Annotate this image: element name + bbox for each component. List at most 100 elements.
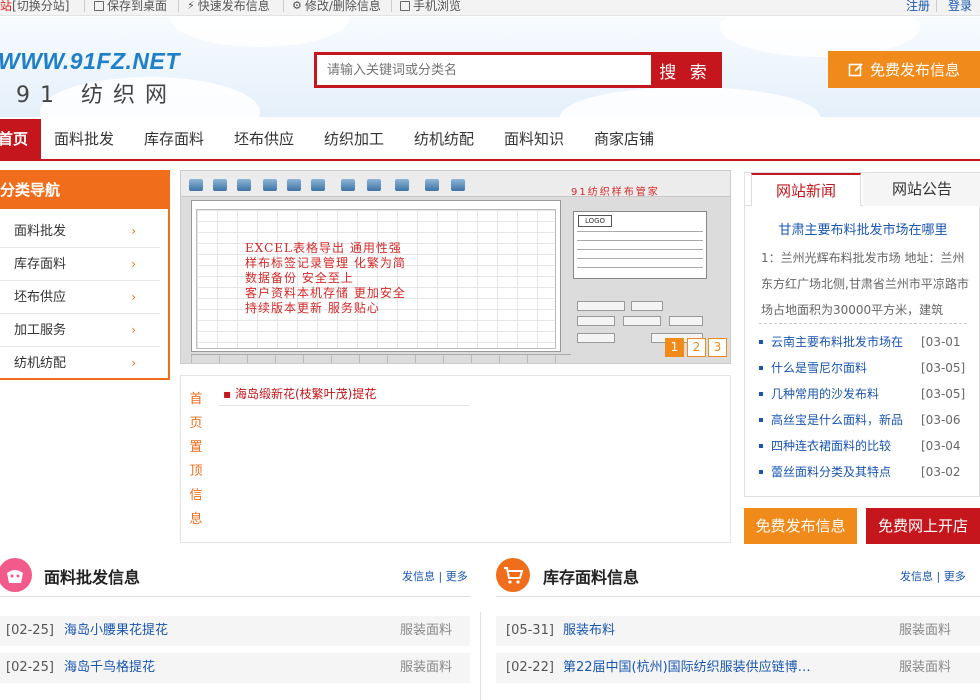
row-date: [02-25] [6, 660, 54, 675]
free-publish-button[interactable]: 免费发布信息 [744, 508, 857, 544]
news-item[interactable]: 几种常用的沙发布料 [03-05] [759, 381, 974, 407]
list-item[interactable]: [05-31] 服装布料 服装面料 [496, 616, 980, 646]
banner-control [577, 316, 615, 326]
list-item[interactable]: [02-25] 海岛千鸟格提花 服装面料 [0, 653, 470, 683]
save-desktop-link[interactable]: 保存到桌面 [94, 0, 167, 14]
news-item[interactable]: 云南主要布料批发市场在 [03-01 [759, 329, 974, 355]
bag-icon [7, 570, 23, 583]
more-link[interactable]: 更多 [944, 570, 966, 583]
sidebar-item-processing[interactable]: 加工服务 › [0, 314, 160, 347]
sidebar-item-stock-fabric[interactable]: 库存面料 › [0, 248, 160, 281]
list-item[interactable]: [02-25] 海岛小腰果花提花 服装面料 [0, 616, 470, 646]
promo-banner[interactable]: 91纺织样布管家 EXCEL表格导出 通用性强 样布标签记录管理 化繁为简 数据… [180, 170, 731, 364]
toolbar-icon [213, 179, 227, 191]
row-date: [02-25] [6, 623, 54, 638]
pinned-item[interactable]: 海岛缎新花(枝繁叶茂)提花 [219, 382, 469, 406]
banner-control [631, 301, 663, 311]
stock-fabric-icon [496, 558, 530, 592]
news-tabs: 网站公告 网站新闻 [745, 173, 980, 207]
chevron-right-icon: › [131, 323, 136, 337]
nav-item-fabric-wholesale[interactable]: 面料批发 [54, 119, 114, 159]
nav-item-greige-supply[interactable]: 坯布供应 [234, 119, 294, 159]
chevron-right-icon: › [131, 257, 136, 271]
free-shop-button[interactable]: 免费网上开店 [866, 508, 980, 544]
news-item-title[interactable]: 四种连衣裙面料的比较 [771, 433, 911, 459]
login-link[interactable]: 登录 [948, 0, 972, 14]
quick-publish-link[interactable]: ⚡ 快速发布信息 [187, 0, 270, 14]
slide-page-2[interactable]: 2 [687, 338, 706, 357]
publish-button[interactable]: 免费发布信息 [828, 51, 980, 88]
chevron-right-icon: › [131, 290, 136, 304]
site-header: WWW.91FZ.NET 91 纺织网 搜 索 免费发布信息 [0, 17, 980, 117]
row-title[interactable]: 第22届中国(杭州)国际纺织服装供应链博… [563, 653, 835, 683]
news-list: 云南主要布料批发市场在 [03-01 什么是雪尼尔面料 [03-05] 几种常用的沙… [759, 329, 974, 485]
nav-item-stock-fabric[interactable]: 库存面料 [144, 119, 204, 159]
news-item[interactable]: 蕾丝面料分类及其特点 [03-02 [759, 459, 974, 485]
divider [283, 0, 284, 12]
search-button[interactable]: 搜 索 [651, 55, 719, 85]
news-item[interactable]: 高丝宝是什么面料，新品 [03-06 [759, 407, 974, 433]
divider [759, 323, 967, 324]
mobile-link[interactable]: 手机浏览 [400, 0, 461, 14]
row-category: 服装面料 [899, 623, 952, 638]
mobile-label: 手机浏览 [413, 0, 462, 13]
publish-info-link[interactable]: 发信息 [900, 570, 933, 583]
row-title[interactable]: 服装布料 [563, 616, 615, 646]
toolbar-icon [341, 179, 355, 191]
pinned-side-char: 置 [189, 440, 203, 455]
slide-page-1[interactable]: 1 [665, 338, 684, 357]
pinned-side-char: 首 [189, 392, 203, 407]
logo-text-cn[interactable]: 91 纺织网 [16, 77, 177, 109]
monitor-icon [94, 0, 104, 11]
news-item[interactable]: 什么是雪尼尔面料 [03-05] [759, 355, 974, 381]
nav-item-merchant-shops[interactable]: 商家店铺 [594, 119, 654, 159]
news-item-title[interactable]: 蕾丝面料分类及其特点 [771, 459, 911, 485]
row-date: [05-31] [506, 623, 554, 638]
toolbar-icon [367, 179, 381, 191]
nav-item-home[interactable]: 首页 [0, 119, 41, 159]
banner-control [577, 301, 625, 311]
more-link[interactable]: 更多 [446, 570, 468, 583]
pinned-list: 海岛缎新花(枝繁叶茂)提花 [219, 382, 469, 406]
sidebar-item-machinery[interactable]: 纺机纺配 › [0, 347, 160, 380]
news-item-title[interactable]: 什么是雪尼尔面料 [771, 355, 911, 381]
edit-delete-link[interactable]: ⚙ 修改/删除信息 [292, 0, 381, 14]
news-headline[interactable]: 甘肃主要布料批发市场在哪里 [745, 219, 980, 238]
tab-site-news[interactable]: 网站新闻 [751, 173, 861, 207]
news-item-title[interactable]: 几种常用的沙发布料 [771, 381, 911, 407]
slide-page-3[interactable]: 3 [708, 338, 727, 357]
news-item-date: [03-01 [921, 335, 961, 349]
register-link[interactable]: 注册 [906, 0, 930, 14]
logo-text-en[interactable]: WWW.91FZ.NET [0, 48, 180, 75]
card-logo: LOGO [578, 215, 612, 227]
news-item[interactable]: 四种连衣裙面料的比较 [03-04 [759, 433, 974, 459]
nav-item-textile-machinery[interactable]: 纺机纺配 [414, 119, 474, 159]
section-title: 库存面料信息 [543, 568, 640, 587]
publish-info-link[interactable]: 发信息 [402, 570, 435, 583]
tab-site-notice[interactable]: 网站公告 [863, 173, 980, 206]
news-summary: 1：兰州光辉布料批发市场 地址：兰州东方红广场北侧,甘肃省兰州市平凉路市场占地面… [761, 251, 969, 317]
bullet-icon [759, 340, 763, 344]
sidebar-item-fabric-wholesale[interactable]: 面料批发 › [0, 215, 160, 248]
sidebar-item-label: 加工服务 [14, 323, 67, 338]
row-title[interactable]: 海岛小腰果花提花 [64, 616, 168, 646]
news-item-title[interactable]: 云南主要布料批发市场在 [771, 329, 911, 355]
nav-item-textile-processing[interactable]: 纺织加工 [324, 119, 384, 159]
list-item[interactable]: [02-22] 第22届中国(杭州)国际纺织服装供应链博… 服装面料 [496, 653, 980, 683]
news-item-date: [03-02 [921, 465, 961, 479]
news-item-title[interactable]: 高丝宝是什么面料，新品 [771, 407, 911, 433]
qrcode-icon [400, 0, 410, 11]
switch-city-link[interactable]: [切换分站] [12, 0, 69, 13]
top-bar: 站[切换分站] 保存到桌面 ⚡ 快速发布信息 ⚙ 修改/删除信息 手机浏览 注册 登… [0, 0, 980, 16]
nav-item-fabric-knowledge[interactable]: 面料知识 [504, 119, 564, 159]
divider [178, 0, 179, 12]
sidebar-title: 分类导航 [0, 172, 168, 209]
toolbar-icon [395, 179, 409, 191]
row-title[interactable]: 海岛千鸟格提花 [64, 653, 155, 683]
search-bar: 搜 索 [314, 52, 722, 88]
sidebar-item-greige-supply[interactable]: 坯布供应 › [0, 281, 160, 314]
save-desktop-label: 保存到桌面 [107, 0, 168, 13]
row-category: 服装面料 [400, 623, 453, 638]
pinned-side-char: 信 [189, 488, 203, 503]
search-input[interactable] [317, 55, 651, 85]
